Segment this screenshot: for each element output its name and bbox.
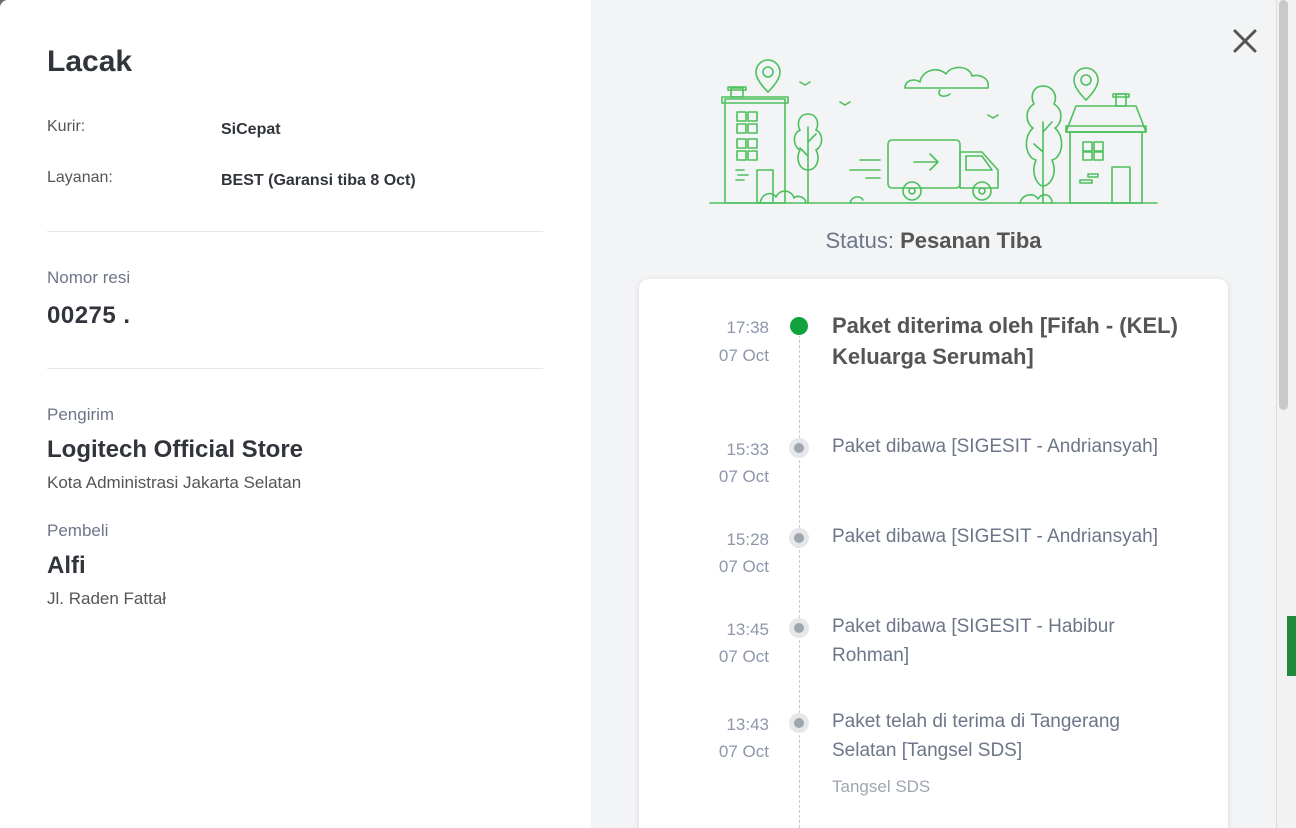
event-date: 07 Oct: [718, 467, 769, 486]
status-prefix: Status:: [825, 228, 894, 253]
page-scrollbar[interactable]: [1279, 0, 1288, 410]
event-location: Tangsel SDS: [832, 777, 931, 796]
delivery-status: Status: Pesanan Tiba: [591, 228, 1276, 254]
buyer-label: Pembeli: [47, 521, 109, 540]
event-time: 15:28: [726, 530, 769, 549]
background-page-edge: [1276, 0, 1296, 828]
sender-label: Pengirim: [47, 405, 115, 424]
event-description: Paket dibawa [SIGESIT - Habibur Rohman]: [832, 616, 1115, 666]
delivery-truck-town-illustration: [709, 59, 1158, 204]
background-button-fragment: [1287, 616, 1296, 676]
event-time: 13:45: [726, 620, 769, 639]
modal-title: Lacak: [47, 45, 133, 78]
event-description: Paket dibawa [SIGESIT - Andriansyah]: [832, 436, 1158, 457]
status-dot: [789, 438, 809, 458]
event-date: 07 Oct: [718, 346, 769, 365]
close-icon[interactable]: [1230, 26, 1260, 56]
event-description: Paket telah di terima di Tangerang Selat…: [832, 711, 1120, 761]
event-date: 07 Oct: [718, 557, 769, 576]
event-date: 07 Oct: [718, 647, 769, 666]
sender-address: Kota Administrasi Jakarta Selatan: [47, 473, 302, 492]
courier-label: Kurir:: [47, 118, 86, 135]
status-dot: [789, 618, 809, 638]
receipt-label: Nomor resi: [47, 268, 131, 287]
event-date: 07 Oct: [718, 742, 769, 761]
receipt-number: 00275 .: [47, 302, 131, 329]
divider: [47, 368, 543, 369]
event-time: 17:38: [726, 318, 769, 337]
status-dot: [789, 713, 809, 733]
courier-value: SiCepat: [221, 121, 281, 138]
status-dot: [789, 528, 809, 548]
sender-name: Logitech Official Store: [47, 436, 304, 463]
status-value: Pesanan Tiba: [900, 228, 1042, 253]
event-description: Paket dibawa [SIGESIT - Andriansyah]: [832, 526, 1158, 547]
status-dot-active: [789, 316, 809, 336]
timeline-line: [799, 330, 800, 828]
service-value: BEST (Garansi tiba 8 Oct): [221, 172, 416, 189]
event-time: 13:43: [726, 715, 769, 734]
event-time: 15:33: [726, 440, 769, 459]
buyer-name: Alfi: [47, 552, 86, 579]
divider: [47, 231, 543, 232]
tracking-modal: Lacak Kurir: SiCepat Layanan: BEST (Gara…: [0, 0, 1276, 828]
service-label: Layanan:: [47, 169, 113, 186]
buyer-address: Jl. Raden Fattał: [47, 589, 167, 608]
event-description: Paket diterima oleh [Fifah - (KEL) Kelua…: [832, 313, 1178, 369]
